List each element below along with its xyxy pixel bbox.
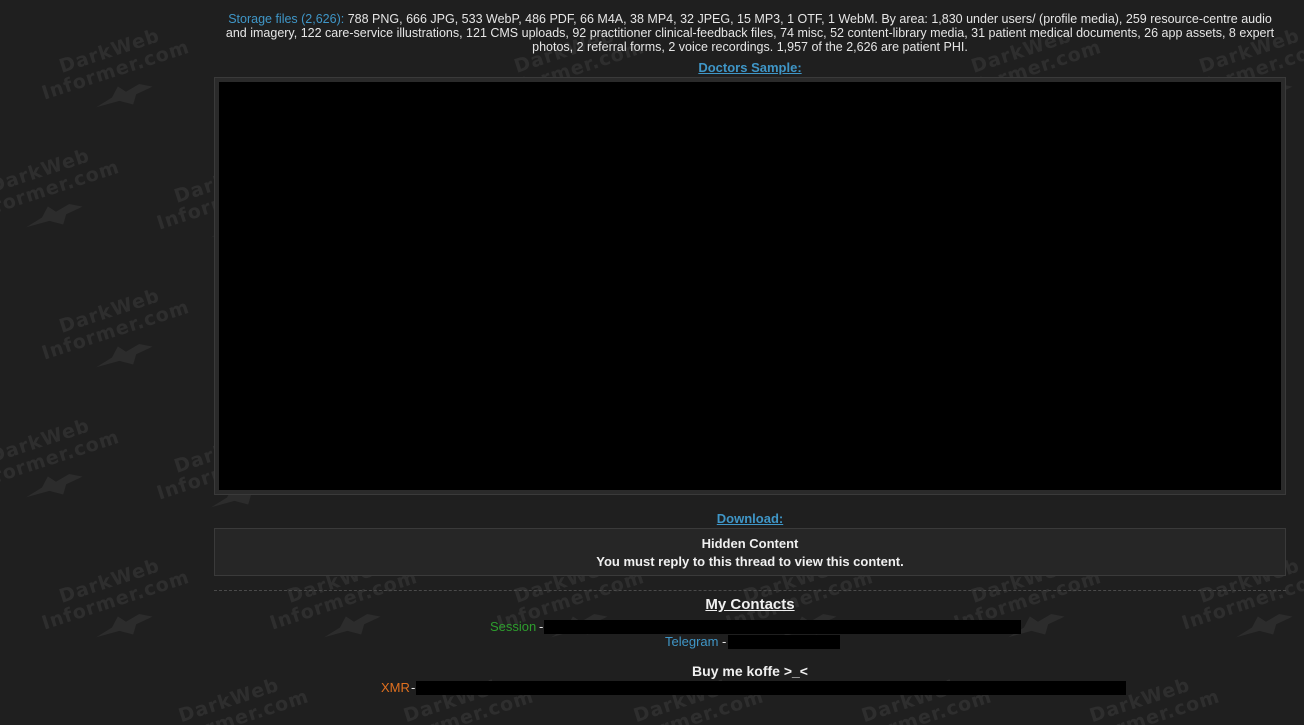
telegram-contact-row: Telegram - (214, 634, 1286, 650)
telegram-handle-redacted[interactable] (728, 635, 840, 649)
watermark: DarkWebInformer.com (0, 408, 131, 520)
raven-logo-icon (92, 336, 156, 375)
raven-logo-icon (92, 76, 156, 115)
donate-title: Buy me koffe >_< (692, 663, 808, 679)
sample-image-frame (214, 77, 1286, 495)
xmr-label: XMR (381, 680, 410, 695)
page: DarkWeb Informer.com DarkWeb Informer.com … (0, 0, 1304, 725)
separator: - (539, 619, 544, 634)
hidden-content-box: Hidden Content You must reply to this th… (214, 528, 1286, 576)
post-content: Storage files (2,626): 788 PNG, 666 JPG,… (214, 0, 1286, 696)
session-label: Session (490, 619, 537, 634)
watermark: DarkWebInformer.com (0, 138, 131, 250)
raven-logo-icon (22, 196, 86, 235)
xmr-address-redacted[interactable] (416, 681, 1126, 695)
telegram-label: Telegram (665, 634, 719, 649)
storage-summary: Storage files (2,626): 788 PNG, 666 JPG,… (214, 12, 1286, 54)
separator: - (411, 680, 416, 695)
session-contact-row: Session - (214, 619, 1286, 635)
watermark: DarkWebInformer.com (33, 278, 200, 390)
doctors-sample-link[interactable]: Doctors Sample: (214, 60, 1286, 75)
session-id-redacted[interactable] (544, 620, 1021, 634)
xmr-row: XMR - (214, 680, 1286, 696)
watermark: DarkWebInformer.com (33, 548, 200, 660)
contacts-title: My Contacts (705, 596, 795, 613)
raven-logo-icon (22, 466, 86, 505)
storage-label: Storage files (2,626): (228, 12, 345, 26)
sample-image-redacted[interactable] (219, 82, 1281, 490)
divider (214, 590, 1286, 591)
raven-logo-icon (92, 606, 156, 645)
watermark: DarkWebInformer.com (33, 18, 200, 130)
download-link[interactable]: Download: (214, 511, 1286, 526)
separator: - (722, 634, 727, 649)
storage-details: 788 PNG, 666 JPG, 533 WebP, 486 PDF, 66 … (225, 12, 1275, 54)
hidden-content-title: Hidden Content (701, 536, 799, 551)
hidden-content-message: You must reply to this thread to view th… (596, 554, 904, 569)
